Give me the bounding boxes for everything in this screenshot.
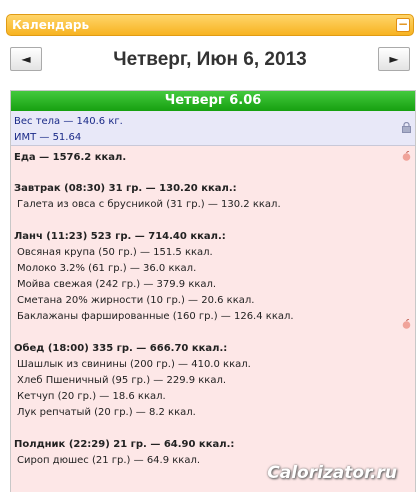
prev-day-button[interactable]: ◄ xyxy=(10,47,42,71)
day-header: Четверг 6.06 xyxy=(11,91,415,111)
body-weight: Вес тела — 140.6 кг. xyxy=(14,116,123,127)
food-total: Еда — 1576.2 ккал. xyxy=(14,152,127,163)
date-navigation: ◄ Четверг, Июн 6, 2013 ► xyxy=(6,40,414,90)
collapse-button[interactable]: − xyxy=(396,18,410,32)
food-item: Лук репчатый (20 гр.) — 8.2 ккал. xyxy=(17,407,196,418)
body-stats: Вес тела — 140.6 кг. ИМТ — 51.64 xyxy=(11,111,415,146)
calendar-widget: Календарь − ◄ Четверг, Июн 6, 2013 ► Чет… xyxy=(0,0,418,492)
food-item: Галета из овса с брусникой (31 гр.) — 13… xyxy=(17,199,281,210)
next-day-button[interactable]: ► xyxy=(378,47,410,71)
watermark: Calorizator.ru xyxy=(267,463,397,483)
calendar-header: Календарь − xyxy=(6,14,414,36)
apple-icon xyxy=(402,319,411,329)
food-item: Мойва свежая (242 гр.) — 379.9 ккал. xyxy=(17,279,217,290)
meal-header-lunch: Ланч (11:23) 523 гр. — 714.40 ккал.: xyxy=(14,231,226,242)
current-date: Четверг, Июн 6, 2013 xyxy=(113,49,307,70)
food-item: Кетчуп (20 гр.) — 18.6 ккал. xyxy=(17,391,166,402)
apple-icon xyxy=(402,151,411,161)
meal-header-snack: Полдник (22:29) 21 гр. — 64.90 ккал.: xyxy=(14,439,235,450)
food-item: Овсяная крупа (50 гр.) — 151.5 ккал. xyxy=(17,247,213,258)
food-log: Еда — 1576.2 ккал. Завтрак (08:30) 31 гр… xyxy=(11,146,415,492)
lock-icon xyxy=(402,122,411,133)
meal-header-breakfast: Завтрак (08:30) 31 гр. — 130.20 ккал.: xyxy=(14,183,237,194)
bmi-value: ИМТ — 51.64 xyxy=(14,132,82,143)
food-item: Шашлык из свинины (200 гр.) — 410.0 ккал… xyxy=(17,359,251,370)
day-panel: Четверг 6.06 Вес тела — 140.6 кг. ИМТ — … xyxy=(10,90,416,492)
food-item: Молоко 3.2% (61 гр.) — 36.0 ккал. xyxy=(17,263,197,274)
food-item: Сироп дюшес (21 гр.) — 64.9 ккал. xyxy=(17,455,201,466)
food-item: Хлеб Пшеничный (95 гр.) — 229.9 ккал. xyxy=(17,375,227,386)
meal-header-dinner: Обед (18:00) 335 гр. — 666.70 ккал.: xyxy=(14,343,228,354)
food-item: Сметана 20% жирности (10 гр.) — 20.6 кка… xyxy=(17,295,255,306)
food-item: Баклажаны фаршированные (160 гр.) — 126.… xyxy=(17,311,294,322)
calendar-title: Календарь xyxy=(12,18,90,32)
